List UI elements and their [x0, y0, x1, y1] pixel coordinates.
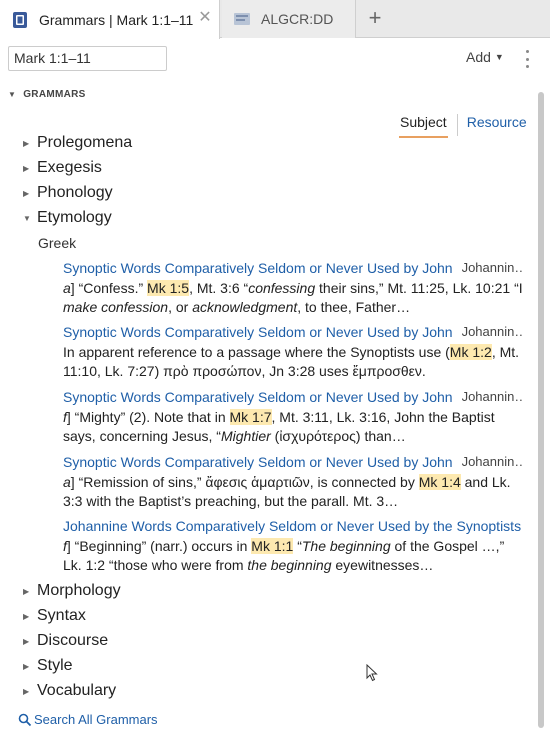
reference-highlight[interactable]: Mk 1:4: [418, 474, 461, 490]
search-icon: [18, 713, 32, 727]
close-icon[interactable]: ✕: [196, 9, 214, 27]
tab-algcr[interactable]: ALGCR:DD: [222, 0, 356, 38]
mouse-cursor-icon: [366, 663, 378, 687]
entry-title-link[interactable]: Synoptic Words Comparatively Seldom or N…: [63, 454, 453, 470]
search-all-label: Search All Grammars: [34, 712, 158, 727]
tree-item-label: Morphology: [37, 582, 121, 599]
tree-item-label: Exegesis: [37, 159, 102, 176]
tree-item-label: Vocabulary: [37, 682, 117, 699]
tree-item-label: Discourse: [37, 632, 109, 649]
expand-arrow-icon: ▶: [23, 138, 30, 148]
tree-item-label: Syntax: [37, 607, 86, 624]
section-header[interactable]: ▼ GRAMMARS: [8, 89, 86, 100]
grammar-entry: Synoptic Words Comparatively Seldom or N…: [63, 324, 523, 381]
entry-text: a] “Remission of sins,” ἄφεσις ἁμαρτιῶν,…: [63, 474, 511, 509]
expand-arrow-icon: ▶: [23, 611, 30, 621]
entry-title-link[interactable]: Johannine Words Comparatively Seldom or …: [63, 518, 521, 534]
tree-item-label: Etymology: [37, 209, 112, 226]
caret-down-icon: ▼: [494, 52, 504, 62]
expand-arrow-icon: ▶: [23, 586, 30, 596]
add-label: Add: [466, 49, 491, 65]
view-switch: Subject Resource: [399, 114, 528, 138]
entry-title-link[interactable]: Synoptic Words Comparatively Seldom or N…: [63, 389, 453, 405]
grammar-entry: Johannine Words Comparatively Seldom or …: [63, 518, 523, 575]
tab-subject[interactable]: Subject: [399, 114, 448, 138]
tree-item-vocabulary[interactable]: ▶ Vocabulary: [23, 680, 116, 702]
subhead-greek: Greek: [38, 235, 77, 251]
entry-title-link[interactable]: Synoptic Words Comparatively Seldom or N…: [63, 324, 453, 340]
tree-item-syntax[interactable]: ▶ Syntax: [23, 605, 86, 627]
tree-item-prolegomena[interactable]: ▶ Prolegomena: [23, 132, 132, 154]
expand-arrow-icon: ▶: [23, 686, 30, 696]
add-tab-button[interactable]: +: [362, 6, 388, 32]
toolbar: Mark 1:1–11 Add ▼: [0, 39, 550, 79]
tree-item-style[interactable]: ▶ Style: [23, 655, 73, 677]
tree-item-exegesis[interactable]: ▶ Exegesis: [23, 157, 102, 179]
expand-arrow-icon: ▶: [23, 661, 30, 671]
entry-text: In apparent reference to a passage where…: [63, 344, 520, 379]
grammar-entry: Synoptic Words Comparatively Seldom or N…: [63, 260, 523, 317]
section-title: GRAMMARS: [23, 89, 86, 100]
reference-highlight[interactable]: Mk 1:7: [229, 409, 272, 425]
tab-grammars[interactable]: Grammars | Mark 1:1–11 ✕: [0, 0, 220, 39]
reference-highlight[interactable]: Mk 1:2: [449, 344, 492, 360]
tree-item-phonology[interactable]: ▶ Phonology: [23, 182, 113, 204]
entry-title-link[interactable]: Synoptic Words Comparatively Seldom or N…: [63, 260, 453, 276]
expand-arrow-icon: ▶: [23, 188, 30, 198]
expand-arrow-icon: ▶: [23, 163, 30, 173]
reference-highlight[interactable]: Mk 1:5: [147, 280, 190, 296]
entry-source: Johannin…: [461, 454, 523, 469]
entry-text: a] “Confess.” Mk 1:5, Mt. 3:6 “confessin…: [63, 280, 523, 315]
tree-item-morphology[interactable]: ▶ Morphology: [23, 580, 121, 602]
entry-source: Johannin…: [461, 260, 523, 275]
grammars-panel: ▼ GRAMMARS Subject Resource ▶ Prolegomen…: [0, 80, 550, 740]
tree-item-label: Phonology: [37, 184, 113, 201]
tree-item-discourse[interactable]: ▶ Discourse: [23, 630, 108, 652]
divider: [456, 114, 458, 136]
entry-text: f] “Beginning” (narr.) occurs in Mk 1:1 …: [63, 538, 505, 573]
scrollbar[interactable]: [538, 92, 544, 728]
entry-source: Johannin…: [461, 389, 523, 404]
entry-text: f] “Mighty” (2). Note that in Mk 1:7, Mt…: [63, 409, 495, 444]
grammar-entry: Synoptic Words Comparatively Seldom or N…: [63, 389, 523, 446]
search-all-grammars-link[interactable]: Search All Grammars: [18, 712, 158, 727]
reference-input[interactable]: Mark 1:1–11: [8, 46, 167, 71]
collapse-arrow-icon: ▼: [23, 213, 31, 223]
tab-bar: Grammars | Mark 1:1–11 ✕ ALGCR:DD +: [0, 0, 550, 39]
entry-source: Johannin…: [461, 324, 523, 339]
add-button[interactable]: Add ▼: [466, 49, 504, 65]
document-icon: [233, 10, 251, 28]
expand-arrow-icon: ▶: [23, 636, 30, 646]
more-options-icon[interactable]: [521, 48, 533, 70]
tab-label: Grammars | Mark 1:1–11: [39, 11, 194, 28]
grammar-book-icon: [11, 11, 29, 29]
tree-item-label: Style: [37, 657, 73, 674]
reference-highlight[interactable]: Mk 1:1: [251, 538, 294, 554]
collapse-triangle-icon: ▼: [8, 90, 17, 99]
tree-item-label: Prolegomena: [37, 134, 133, 151]
tab-label: ALGCR:DD: [261, 11, 334, 27]
tree-item-etymology[interactable]: ▼ Etymology: [23, 207, 112, 229]
grammar-entry: Synoptic Words Comparatively Seldom or N…: [63, 454, 523, 511]
tab-resource[interactable]: Resource: [466, 114, 528, 138]
